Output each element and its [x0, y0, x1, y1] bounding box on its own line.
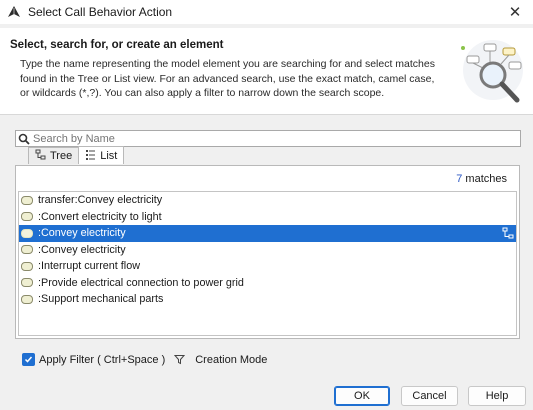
- tab-tree[interactable]: Tree: [28, 147, 80, 164]
- match-count-suffix: matches: [465, 173, 507, 185]
- search-field[interactable]: [15, 130, 521, 147]
- results-list[interactable]: transfer:Convey electricity :Convert ele…: [18, 191, 517, 336]
- activity-icon: [21, 261, 33, 271]
- filter-funnel-icon[interactable]: [174, 354, 186, 365]
- list-item[interactable]: :Provide electrical connection to power …: [19, 275, 516, 292]
- tab-tree-label: Tree: [50, 150, 73, 162]
- activity-icon: [21, 278, 33, 288]
- list-item-label: :Support mechanical parts: [38, 293, 164, 306]
- title-bar: Select Call Behavior Action ✕: [0, 0, 533, 24]
- activity-icon: [21, 245, 33, 255]
- list-item-label: :Provide electrical connection to power …: [38, 276, 244, 289]
- list-item-selected[interactable]: :Convey electricity: [19, 225, 516, 242]
- ok-button[interactable]: OK: [334, 386, 390, 406]
- close-icon[interactable]: ✕: [503, 2, 527, 22]
- activity-icon: [21, 294, 33, 304]
- list-item[interactable]: :Support mechanical parts: [19, 291, 516, 308]
- creation-mode-label[interactable]: Creation Mode: [195, 354, 267, 366]
- tab-list[interactable]: List: [78, 146, 125, 164]
- match-count: 7 matches: [456, 173, 507, 185]
- search-input[interactable]: [31, 132, 495, 145]
- window-title: Select Call Behavior Action: [28, 5, 173, 19]
- magicdraw-app-icon: [6, 4, 22, 20]
- list-item[interactable]: :Interrupt current flow: [19, 258, 516, 275]
- view-tabs: Tree List: [28, 146, 125, 165]
- search-illustration-icon: [461, 40, 523, 103]
- list-item-label: :Interrupt current flow: [38, 260, 141, 273]
- list-item[interactable]: :Convey electricity: [19, 242, 516, 259]
- filter-options: Apply Filter ( Ctrl+Space ) Creation Mod…: [22, 353, 267, 366]
- list-item-label: transfer:Convey electricity: [38, 194, 163, 207]
- list-item-label: :Convey electricity: [38, 243, 126, 256]
- dialog-header: Select, search for, or create an element…: [0, 28, 533, 115]
- match-count-number: 7: [456, 173, 463, 185]
- results-panel: 7 matches transfer:Convey electricity :C…: [15, 165, 520, 339]
- list-item-label: :Convey electricity: [38, 227, 126, 240]
- list-item[interactable]: transfer:Convey electricity: [19, 192, 516, 209]
- apply-filter-label[interactable]: Apply Filter ( Ctrl+Space ): [39, 354, 165, 366]
- header-description: Type the name representing the model ele…: [20, 58, 435, 99]
- help-button[interactable]: Help: [468, 386, 526, 406]
- tree-view-icon: [35, 149, 46, 163]
- tab-list-label: List: [100, 149, 118, 162]
- search-icon: [17, 132, 31, 146]
- header-title: Select, search for, or create an element: [10, 39, 224, 51]
- dialog-footer: OK Cancel Help: [0, 380, 533, 410]
- activity-icon: [21, 195, 33, 205]
- list-view-icon: [85, 149, 96, 163]
- show-in-tree-icon[interactable]: [501, 226, 515, 240]
- activity-icon: [21, 228, 33, 238]
- activity-icon: [21, 212, 33, 222]
- list-item-label: :Convert electricity to light: [38, 210, 162, 223]
- list-item[interactable]: :Convert electricity to light: [19, 209, 516, 226]
- cancel-button[interactable]: Cancel: [401, 386, 458, 406]
- apply-filter-checkbox[interactable]: [22, 353, 35, 366]
